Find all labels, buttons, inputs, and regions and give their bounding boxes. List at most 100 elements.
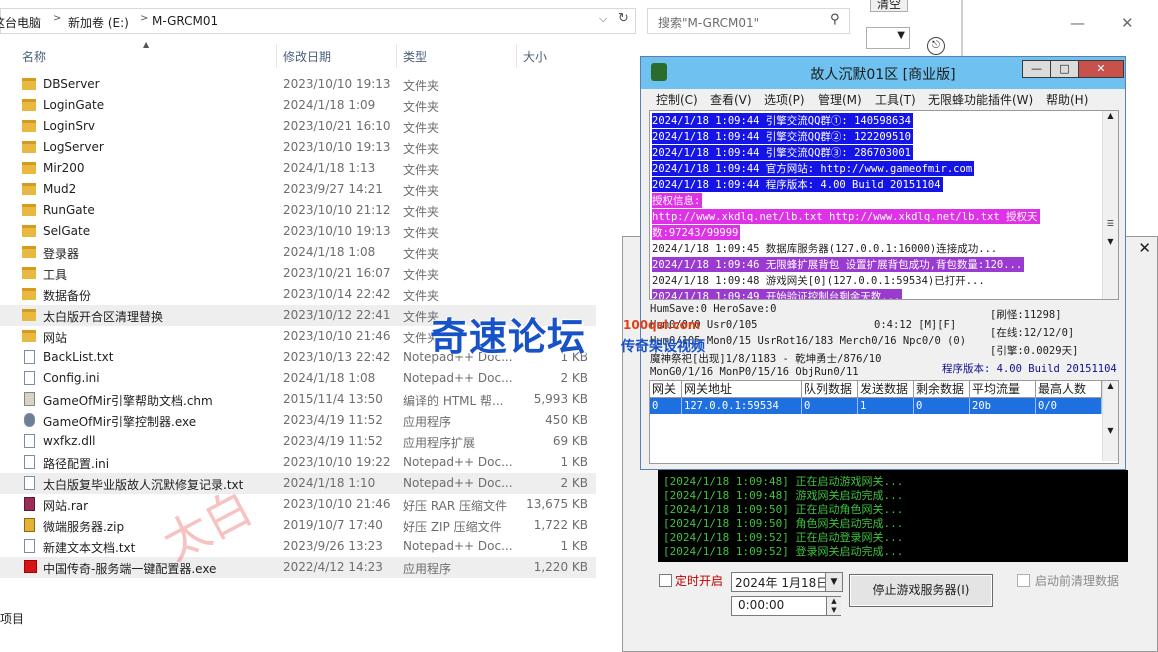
column-size[interactable]: 大小 [523, 48, 547, 65]
close-button[interactable]: ✕ [1078, 60, 1124, 78]
file-name: GameOfMir引擎帮助文档.chm [43, 394, 213, 408]
file-size: 1 KB [560, 539, 588, 553]
file-type: 应用程序 [403, 415, 452, 429]
menu-plugin[interactable]: 无限蜂功能插件(W) [928, 91, 1033, 108]
close-icon[interactable]: ✕ [1138, 239, 1151, 257]
chevron-down-icon[interactable]: ⌵ [599, 12, 607, 26]
file-type: 好压 RAR 压缩文件 [403, 499, 508, 513]
file-date: 2023/9/27 14:21 [283, 182, 383, 196]
address-bar[interactable]: 这台电脑 > 新加卷 (E:) > M-GRCM01 ⌵ ↻ [0, 8, 636, 34]
dropdown[interactable]: ▼ [866, 27, 910, 49]
menu-control[interactable]: 控制(C) [656, 91, 698, 108]
file-row[interactable]: 登录器 2024/1/18 1:08 文件夹 [0, 242, 596, 263]
uptime: 0:4:12 [M][F] [874, 319, 957, 331]
file-type: 文件夹 [403, 142, 440, 156]
minimize-icon[interactable]: — [1070, 14, 1085, 32]
search-input[interactable]: 搜索"M-GRCM01" ⚲ [647, 8, 850, 34]
file-size: 13,675 KB [526, 497, 588, 511]
spinner-icon[interactable]: ▲ ▼ [826, 597, 841, 615]
menu-tools[interactable]: 工具(T) [875, 91, 916, 108]
menu-help[interactable]: 帮助(H) [1046, 91, 1088, 108]
file-date: 2023/10/10 19:13 [283, 224, 391, 238]
column-sent[interactable]: 发送数据 [858, 381, 914, 397]
file-date: 2023/10/10 21:12 [283, 203, 391, 217]
column-divider[interactable] [516, 44, 517, 68]
column-divider[interactable] [396, 44, 397, 68]
file-date: 2024/1/18 1:08 [283, 371, 376, 385]
file-row[interactable]: Mir200 2024/1/18 1:13 文件夹 [0, 158, 596, 179]
file-row[interactable]: RunGate 2023/10/10 21:12 文件夹 [0, 200, 596, 221]
breadcrumb-folder[interactable]: M-GRCM01 [152, 14, 218, 28]
close-icon[interactable]: ✕ [1121, 14, 1134, 32]
clear-data-label: 启动前清理数据 [1035, 574, 1120, 588]
chevron-down-icon: ▼ [897, 30, 905, 41]
file-size: 2 KB [560, 476, 588, 490]
folder-icon [22, 309, 36, 321]
title-bar[interactable]: 故人沉默01区 [商业版] — □ ✕ [641, 57, 1125, 89]
maximize-button[interactable]: □ [1050, 60, 1079, 78]
log-line: 2024/1/18 1:09:44 引擎交流QQ群①: 140598634 [652, 113, 913, 128]
file-row[interactable]: 网站.rar 2023/10/10 21:46 好压 RAR 压缩文件 13,675 … [0, 494, 596, 515]
timer-checkbox[interactable] [659, 574, 672, 587]
text-file-icon [24, 350, 35, 364]
power-icon[interactable]: ⎋ [927, 37, 945, 55]
time-value: 0:00:00 [738, 598, 785, 612]
stop-server-button[interactable]: 停止游戏服务器(I) [849, 574, 993, 607]
file-row[interactable]: 太白版复毕业版故人沉默修复记录.txt 2024/1/18 1:10 Notepad… [0, 473, 596, 494]
search-icon[interactable]: ⚲ [830, 12, 840, 27]
file-row[interactable]: wxfkz.dll 2023/4/19 11:52 应用程序扩展 69 KB [0, 431, 596, 452]
refresh-icon[interactable]: ↻ [618, 11, 629, 26]
chevron-down-icon[interactable]: ▼ [825, 573, 842, 591]
clear-button[interactable]: 清空 [870, 0, 908, 12]
folder-icon [22, 288, 36, 300]
file-row[interactable]: LoginGate 2024/1/18 1:09 文件夹 [0, 95, 596, 116]
file-row[interactable]: Mud2 2023/9/27 14:21 文件夹 [0, 179, 596, 200]
file-name: 数据备份 [43, 289, 92, 303]
file-row[interactable]: 中国传奇-服务端一键配置器.exe 2022/4/12 14:23 应用程序 1,22… [0, 557, 596, 578]
column-traffic[interactable]: 平均流量 [970, 381, 1036, 397]
file-row[interactable]: 新建文本文档.txt 2023/9/26 13:23 Notepad++ Doc..… [0, 536, 596, 557]
breadcrumb-this-pc[interactable]: 这台电脑 [0, 14, 41, 31]
column-name[interactable]: 名称 [22, 48, 46, 65]
file-name: DBServer [43, 77, 100, 91]
file-row[interactable]: GameOfMir引擎帮助文档.chm 2015/11/4 13:50 编译的 HT… [0, 389, 596, 410]
table-row[interactable]: 0 127.0.0.1:59534 0 1 0 20b 0/0 [650, 398, 1102, 414]
file-date: 2024/1/18 1:10 [283, 476, 376, 490]
column-max-users[interactable]: 最高人数 [1036, 381, 1102, 397]
column-type[interactable]: 类型 [403, 48, 427, 65]
folder-icon [22, 246, 36, 258]
clear-data-checkbox[interactable] [1017, 574, 1030, 587]
column-date[interactable]: 修改日期 [283, 48, 331, 65]
file-row[interactable]: 路径配置.ini 2023/10/10 19:22 Notepad++ Doc...… [0, 452, 596, 473]
file-row[interactable]: 工具 2023/10/21 16:07 文件夹 [0, 263, 596, 284]
file-row[interactable]: LogServer 2023/10/10 19:13 文件夹 [0, 137, 596, 158]
cell: 127.0.0.1:59534 [682, 398, 802, 414]
time-picker[interactable]: 0:00:00 ▲ ▼ [731, 596, 841, 616]
breadcrumb-drive[interactable]: 新加卷 (E:) [68, 14, 129, 31]
file-date: 2019/10/7 17:40 [283, 518, 383, 532]
minimize-button[interactable]: — [1022, 60, 1051, 78]
scrollbar[interactable]: ▲ ☰ ▼ [1102, 111, 1118, 299]
column-gate[interactable]: 网关 [650, 381, 682, 397]
file-date: 2023/4/19 11:52 [283, 434, 383, 448]
file-row[interactable]: SelGate 2023/10/10 19:13 文件夹 [0, 221, 596, 242]
column-remaining[interactable]: 剩余数据 [914, 381, 970, 397]
menu-manage[interactable]: 管理(M) [818, 91, 862, 108]
file-row[interactable]: GameOfMir引擎控制器.exe 2023/4/19 11:52 应用程序 450… [0, 410, 596, 431]
file-row[interactable]: LoginSrv 2023/10/21 16:10 文件夹 [0, 116, 596, 137]
column-queue[interactable]: 队列数据 [802, 381, 858, 397]
column-address[interactable]: 网关地址 [682, 381, 802, 397]
menu-options[interactable]: 选项(P) [764, 91, 805, 108]
file-row[interactable]: 微端服务器.zip 2019/10/7 17:40 好压 ZIP 压缩文件 1,722… [0, 515, 596, 536]
divider [961, 0, 963, 63]
date-picker[interactable]: 2024年 1月18日 ▼ [731, 572, 843, 592]
file-size: 2 KB [560, 371, 588, 385]
column-divider[interactable] [276, 44, 277, 68]
folder-icon [22, 267, 36, 279]
scrollbar[interactable]: ▲ ▼ [1102, 381, 1118, 461]
file-row[interactable]: 数据备份 2023/10/14 22:42 文件夹 [0, 284, 596, 305]
file-row[interactable]: DBServer 2023/10/10 19:13 文件夹 [0, 74, 596, 95]
folder-icon [22, 99, 36, 111]
menu-view[interactable]: 查看(V) [710, 91, 752, 108]
file-row[interactable]: Config.ini 2024/1/18 1:08 Notepad++ Doc...… [0, 368, 596, 389]
